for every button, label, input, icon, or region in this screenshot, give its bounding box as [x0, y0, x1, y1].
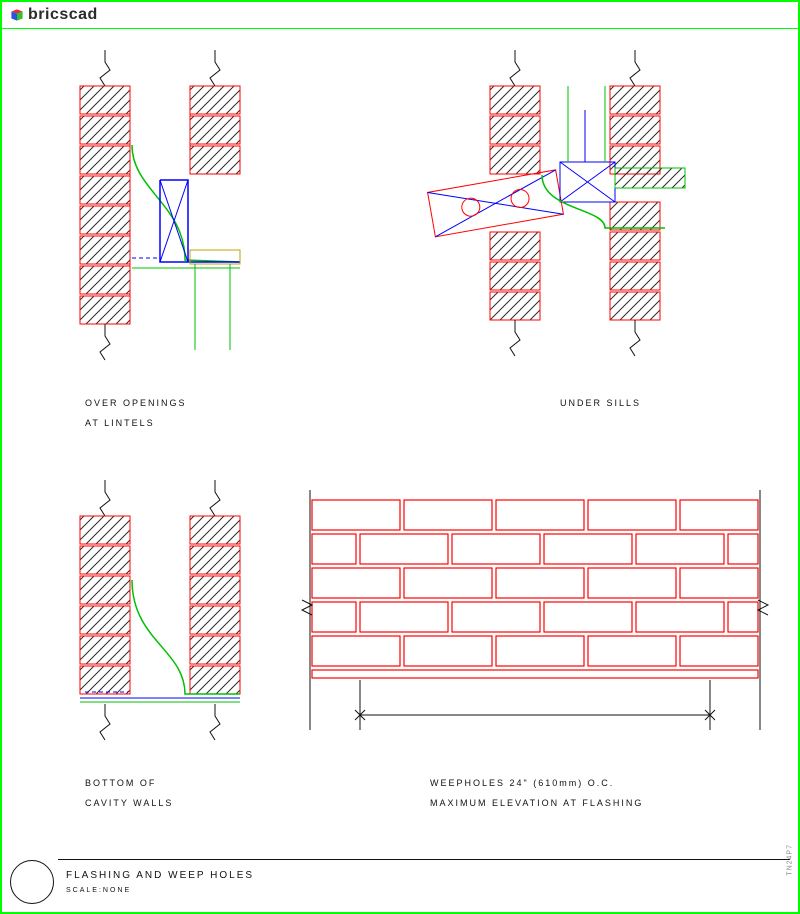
- frame-left: [0, 0, 2, 914]
- drawing-code: TN24P7: [787, 844, 794, 876]
- header: bricscad: [10, 6, 98, 24]
- detail-over-openings: [70, 50, 250, 380]
- label-detail4-line1: WEEPHOLES 24" (610mm) O.C.: [430, 778, 614, 788]
- title-main: FLASHING AND WEEP HOLES: [66, 870, 254, 881]
- title-text: FLASHING AND WEEP HOLES SCALE:NONE: [66, 870, 254, 894]
- brand-text: bricscad: [28, 6, 98, 24]
- frame-top: [0, 0, 800, 2]
- title-circle-icon: [10, 860, 54, 904]
- detail-elevation-weepholes: [300, 490, 770, 760]
- label-detail3-line1: BOTTOM OF: [85, 778, 156, 788]
- title-scale: SCALE:NONE: [66, 887, 254, 894]
- detail-bottom-cavity: [70, 480, 250, 770]
- detail-under-sills: [420, 50, 730, 380]
- label-detail1-line1: OVER OPENINGS: [85, 398, 187, 408]
- label-detail3-line2: CAVITY WALLS: [85, 798, 173, 808]
- title-block: FLASHING AND WEEP HOLES SCALE:NONE: [10, 860, 254, 904]
- label-detail2-line1: UNDER SILLS: [560, 398, 641, 408]
- label-detail1-line2: AT LINTELS: [85, 418, 155, 428]
- page: bricscad: [0, 0, 800, 914]
- bricscad-logo-icon: [10, 8, 24, 22]
- label-detail4-line2: MAXIMUM ELEVATION AT FLASHING: [430, 798, 643, 808]
- header-underline: [2, 28, 798, 29]
